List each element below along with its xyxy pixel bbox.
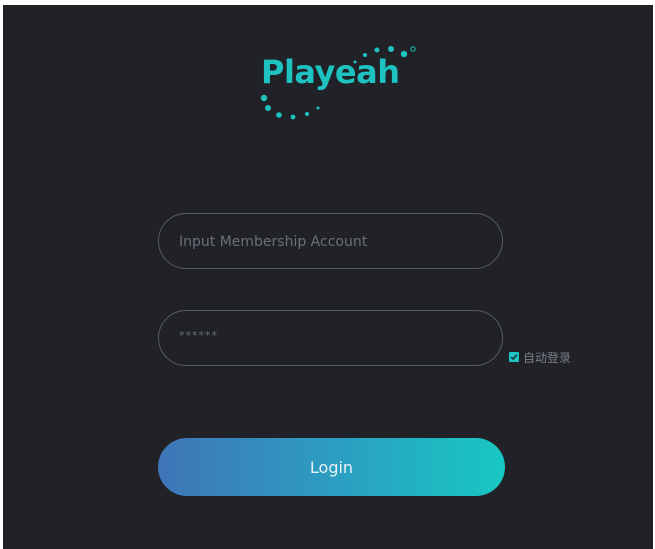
login-button[interactable]: Login (158, 438, 505, 496)
account-field[interactable] (158, 213, 503, 270)
login-panel: Playeah 自动登录 Login (3, 5, 653, 549)
account-input[interactable] (177, 214, 491, 270)
auto-login-label: 自动登录 (523, 350, 572, 365)
auto-login-option[interactable]: 自动登录 (509, 349, 571, 365)
auto-login-checkbox[interactable] (509, 352, 519, 362)
brand-name: Playeah (261, 53, 400, 91)
password-input[interactable] (177, 307, 491, 363)
brand-logo: Playeah (257, 45, 427, 135)
checkmark-icon (510, 354, 518, 361)
password-field[interactable] (158, 307, 503, 366)
